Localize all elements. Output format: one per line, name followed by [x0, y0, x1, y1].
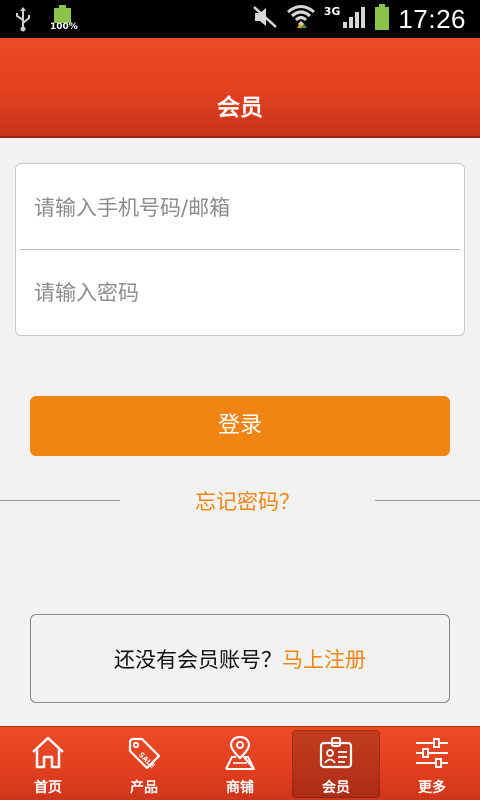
tab-label: 商铺	[226, 780, 254, 796]
tab-more[interactable]: 更多	[384, 727, 480, 800]
phone-email-input[interactable]	[34, 188, 454, 228]
tab-shops[interactable]: 商铺	[192, 727, 288, 800]
divider	[375, 500, 480, 501]
mute-icon	[252, 5, 278, 33]
tab-member[interactable]: 会员	[288, 727, 384, 800]
divider	[20, 249, 460, 250]
login-button[interactable]: 登录	[30, 396, 450, 456]
tab-label: 更多	[418, 780, 446, 796]
password-input[interactable]	[34, 273, 454, 313]
tab-label: 产品	[130, 780, 158, 796]
register-link[interactable]: 马上注册	[282, 644, 366, 674]
tab-home[interactable]: 首页	[0, 727, 96, 800]
signal-icon	[342, 5, 366, 33]
status-bar: 100% 3G 17:26	[0, 0, 480, 38]
tab-label: 首页	[34, 780, 62, 796]
app-header: 会员	[0, 38, 480, 138]
battery-percent: 100%	[50, 22, 78, 32]
usb-icon	[14, 6, 32, 36]
login-form	[15, 163, 465, 336]
tab-products[interactable]: SALE 产品	[96, 727, 192, 800]
page-title: 会员	[217, 95, 263, 121]
tab-label: 会员	[322, 780, 350, 796]
register-prompt: 还没有会员账号？	[114, 647, 282, 672]
battery-icon	[374, 3, 390, 35]
bottom-tab-bar: 首页 SALE 产品 商铺 会员 更多	[0, 726, 480, 800]
network-type: 3G	[323, 4, 341, 18]
register-box: 还没有会员账号？ 马上注册	[30, 614, 450, 703]
forgot-password-link[interactable]: 忘记密码？	[120, 486, 375, 516]
clock: 17:26	[398, 3, 466, 34]
wifi-icon	[286, 4, 316, 34]
divider	[0, 500, 120, 501]
